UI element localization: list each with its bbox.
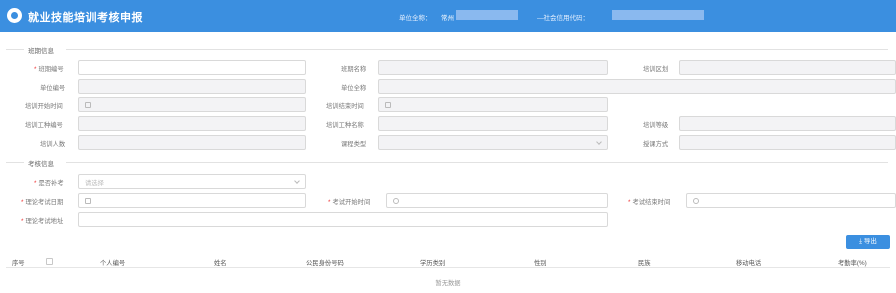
trainee-count-label: 培训人数 bbox=[40, 141, 66, 148]
theory-date-label: 理论考试日期 bbox=[21, 197, 63, 206]
column-header: 性别 bbox=[534, 260, 547, 267]
redacted-credit-code bbox=[612, 10, 704, 20]
divider bbox=[66, 49, 888, 50]
redacted-unit-name bbox=[456, 10, 518, 20]
section-exam-title: 考核信息 bbox=[28, 161, 54, 168]
calendar-icon bbox=[85, 198, 91, 204]
calendar-icon bbox=[85, 102, 91, 108]
exam-end-input[interactable] bbox=[686, 193, 896, 208]
course-type-select[interactable] bbox=[378, 135, 608, 150]
course-type-label: 课程类型 bbox=[341, 141, 367, 148]
unit-full-name-label: 单位全称 bbox=[341, 85, 367, 92]
divider bbox=[6, 162, 24, 163]
teaching-mode-label: 授课方式 bbox=[643, 141, 669, 148]
column-header: 民族 bbox=[638, 260, 651, 267]
unit-full-name-input[interactable] bbox=[378, 79, 896, 94]
clock-icon bbox=[693, 198, 699, 204]
column-header: 考勤率(%) bbox=[838, 260, 867, 267]
divider bbox=[66, 162, 888, 163]
column-header: 序号 bbox=[12, 260, 25, 267]
select-all-checkbox[interactable] bbox=[46, 258, 53, 265]
is-makeup-placeholder: 请选择 bbox=[85, 180, 104, 187]
table-empty-text: 暂无数据 bbox=[435, 280, 461, 287]
unit-name-value: 常州 bbox=[441, 15, 454, 22]
unit-no-label: 单位编号 bbox=[40, 85, 66, 92]
page-title: 就业技能培训考核申报 bbox=[28, 12, 143, 24]
exam-start-input[interactable] bbox=[386, 193, 608, 208]
clock-icon bbox=[393, 198, 399, 204]
calendar-icon bbox=[385, 102, 391, 108]
job-code-label: 培训工种编号 bbox=[25, 122, 63, 129]
is-makeup-label: 是否补考 bbox=[34, 178, 63, 187]
is-makeup-select[interactable]: 请选择 bbox=[78, 174, 306, 189]
job-name-label: 培训工种名称 bbox=[326, 122, 364, 129]
training-start-label: 培训开始时间 bbox=[25, 103, 63, 110]
section-class-info: 班期信息 bbox=[0, 44, 896, 55]
unit-no-input[interactable] bbox=[78, 79, 306, 94]
training-district-label: 培训区划 bbox=[643, 66, 669, 73]
section-exam-info: 考核信息 bbox=[0, 157, 896, 168]
export-label: 导出 bbox=[863, 238, 877, 245]
exam-start-label: 考试开始时间 bbox=[328, 197, 370, 206]
column-header: 移动电话 bbox=[736, 260, 762, 267]
class-no-label: 班期编号 bbox=[34, 64, 63, 73]
training-end-input[interactable] bbox=[378, 97, 608, 112]
teaching-mode-input[interactable] bbox=[679, 135, 896, 150]
class-name-input[interactable] bbox=[378, 60, 608, 75]
top-bar: 就业技能培训考核申报 单位全称： 常州 —社会信用代码： bbox=[0, 0, 896, 32]
class-name-label: 班期名称 bbox=[341, 66, 367, 73]
table-header: 序号 个人编号 姓名 公民身份号码 学历类别 性别 民族 移动电话 考勤率(%) bbox=[6, 254, 890, 268]
training-level-input[interactable] bbox=[679, 116, 896, 131]
class-no-input[interactable] bbox=[78, 60, 306, 75]
job-code-input[interactable] bbox=[78, 116, 306, 131]
theory-address-input[interactable] bbox=[78, 212, 608, 227]
training-level-label: 培训等级 bbox=[643, 122, 669, 129]
training-end-label: 培训结束时间 bbox=[326, 103, 364, 110]
exam-end-label: 考试结束时间 bbox=[628, 197, 670, 206]
app-logo-icon bbox=[7, 8, 22, 23]
credit-code-label: —社会信用代码： bbox=[537, 15, 589, 22]
section-class-title: 班期信息 bbox=[28, 48, 54, 55]
column-header: 姓名 bbox=[214, 260, 227, 267]
export-button[interactable]: ⤓ 导出 bbox=[846, 235, 890, 249]
column-header: 公民身份号码 bbox=[306, 260, 344, 267]
trainee-count-input[interactable] bbox=[78, 135, 306, 150]
divider bbox=[6, 49, 24, 50]
theory-date-input[interactable] bbox=[78, 193, 306, 208]
training-district-input[interactable] bbox=[679, 60, 896, 75]
training-start-input[interactable] bbox=[78, 97, 306, 112]
chevron-down-icon bbox=[596, 139, 602, 145]
chevron-down-icon bbox=[294, 178, 300, 184]
job-name-input[interactable] bbox=[378, 116, 608, 131]
unit-name-label: 单位全称： bbox=[399, 15, 432, 22]
theory-address-label: 理论考试地址 bbox=[21, 216, 63, 225]
column-header: 学历类别 bbox=[420, 260, 446, 267]
column-header: 个人编号 bbox=[100, 260, 126, 267]
